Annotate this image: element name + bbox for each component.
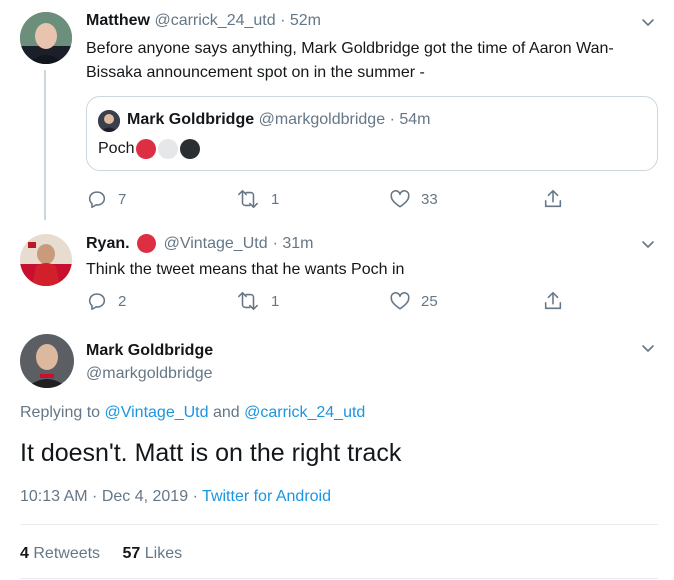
like-count: 25 [421,292,438,310]
heart-icon [390,292,410,310]
chevron-down-icon[interactable] [640,340,656,361]
retweet-icon [238,291,258,311]
like-count: 33 [421,190,438,208]
tweet-source-link[interactable]: Twitter for Android [202,488,331,505]
thread-line [44,70,46,220]
reply-mention-link[interactable]: @Vintage_Utd [105,404,209,421]
reply-icon [88,293,106,311]
white-circle-icon [158,138,179,159]
author-name[interactable]: Mark Goldbridge [86,342,213,360]
reply-button[interactable]: 7 [86,188,126,210]
black-circle-icon [180,138,201,159]
tweet-header: Matthew @carrick_24_utd · 52m [86,12,321,30]
tweet-header: Ryan. @Vintage_Utd · 31m [86,234,314,253]
share-button[interactable] [542,290,564,312]
retweets-count: 4 [20,545,29,562]
likes-stat[interactable]: 57 Likes [123,545,183,562]
avatar[interactable] [20,334,74,388]
avatar[interactable] [20,234,72,286]
red-circle-icon [136,138,157,159]
retweets-label: Retweets [33,545,101,562]
reply-mention-link[interactable]: @carrick_24_utd [244,404,365,421]
author-handle[interactable]: @Vintage_Utd [164,235,268,253]
reply-button[interactable]: 2 [86,290,126,312]
chevron-down-icon[interactable] [640,14,656,35]
retweets-stat[interactable]: 4 Retweets [20,545,100,562]
red-circle-icon [136,234,156,253]
divider [20,524,658,525]
reply-count: 7 [118,190,127,208]
replying-to: Replying to @Vintage_Utd and @carrick_24… [20,404,365,422]
retweet-count: 1 [271,292,280,310]
tweet-stats: 4 Retweets 57 Likes [20,545,182,563]
share-icon [544,291,562,310]
quoted-tweet-time: · 54m [389,111,431,128]
tweet-time[interactable]: · 52m [280,12,321,29]
replying-label: Replying to [20,404,101,421]
likes-count: 57 [122,545,141,562]
chevron-down-icon[interactable] [640,236,656,257]
divider [20,578,658,579]
avatar [98,110,120,132]
like-button[interactable]: 25 [389,290,438,312]
likes-label: Likes [144,545,183,562]
heart-icon [390,190,410,208]
tweet-meta: 10:13 AM · Dec 4, 2019 · Twitter for And… [20,488,331,505]
quoted-author-handle: @markgoldbridge [258,111,386,128]
tweet-text: Think the tweet means that he wants Poch… [86,261,405,278]
main-tweet-text: It doesn't. Matt is on the right track [20,439,402,467]
reply-icon [88,191,106,209]
retweet-icon [238,189,258,209]
quoted-author-name: Mark Goldbridge [127,111,255,128]
tweet-timestamp[interactable]: 10:13 AM · Dec 4, 2019 [20,488,188,505]
tweet-time[interactable]: · 31m [273,235,314,253]
avatar[interactable] [20,12,72,64]
author-handle[interactable]: @markgoldbridge [86,365,213,383]
quoted-text-row: Poch [98,138,201,160]
author-name[interactable]: Matthew [86,12,150,29]
share-icon [544,189,562,208]
author-handle[interactable]: @carrick_24_utd [154,12,275,29]
quoted-tweet[interactable]: Mark Goldbridge @markgoldbridge · 54m Po… [86,96,658,171]
quoted-header: Mark Goldbridge @markgoldbridge · 54m [127,111,430,129]
retweet-button[interactable]: 1 [235,290,279,312]
replying-and: and [212,404,240,421]
tweet-text: Before anyone says anything, Mark Goldbr… [86,40,614,81]
retweet-button[interactable]: 1 [235,188,279,210]
reply-count: 2 [118,292,127,310]
author-name[interactable]: Ryan. [86,235,130,253]
retweet-count: 1 [271,190,280,208]
share-button[interactable] [542,188,564,210]
like-button[interactable]: 33 [389,188,438,210]
quoted-text: Poch [98,140,135,157]
